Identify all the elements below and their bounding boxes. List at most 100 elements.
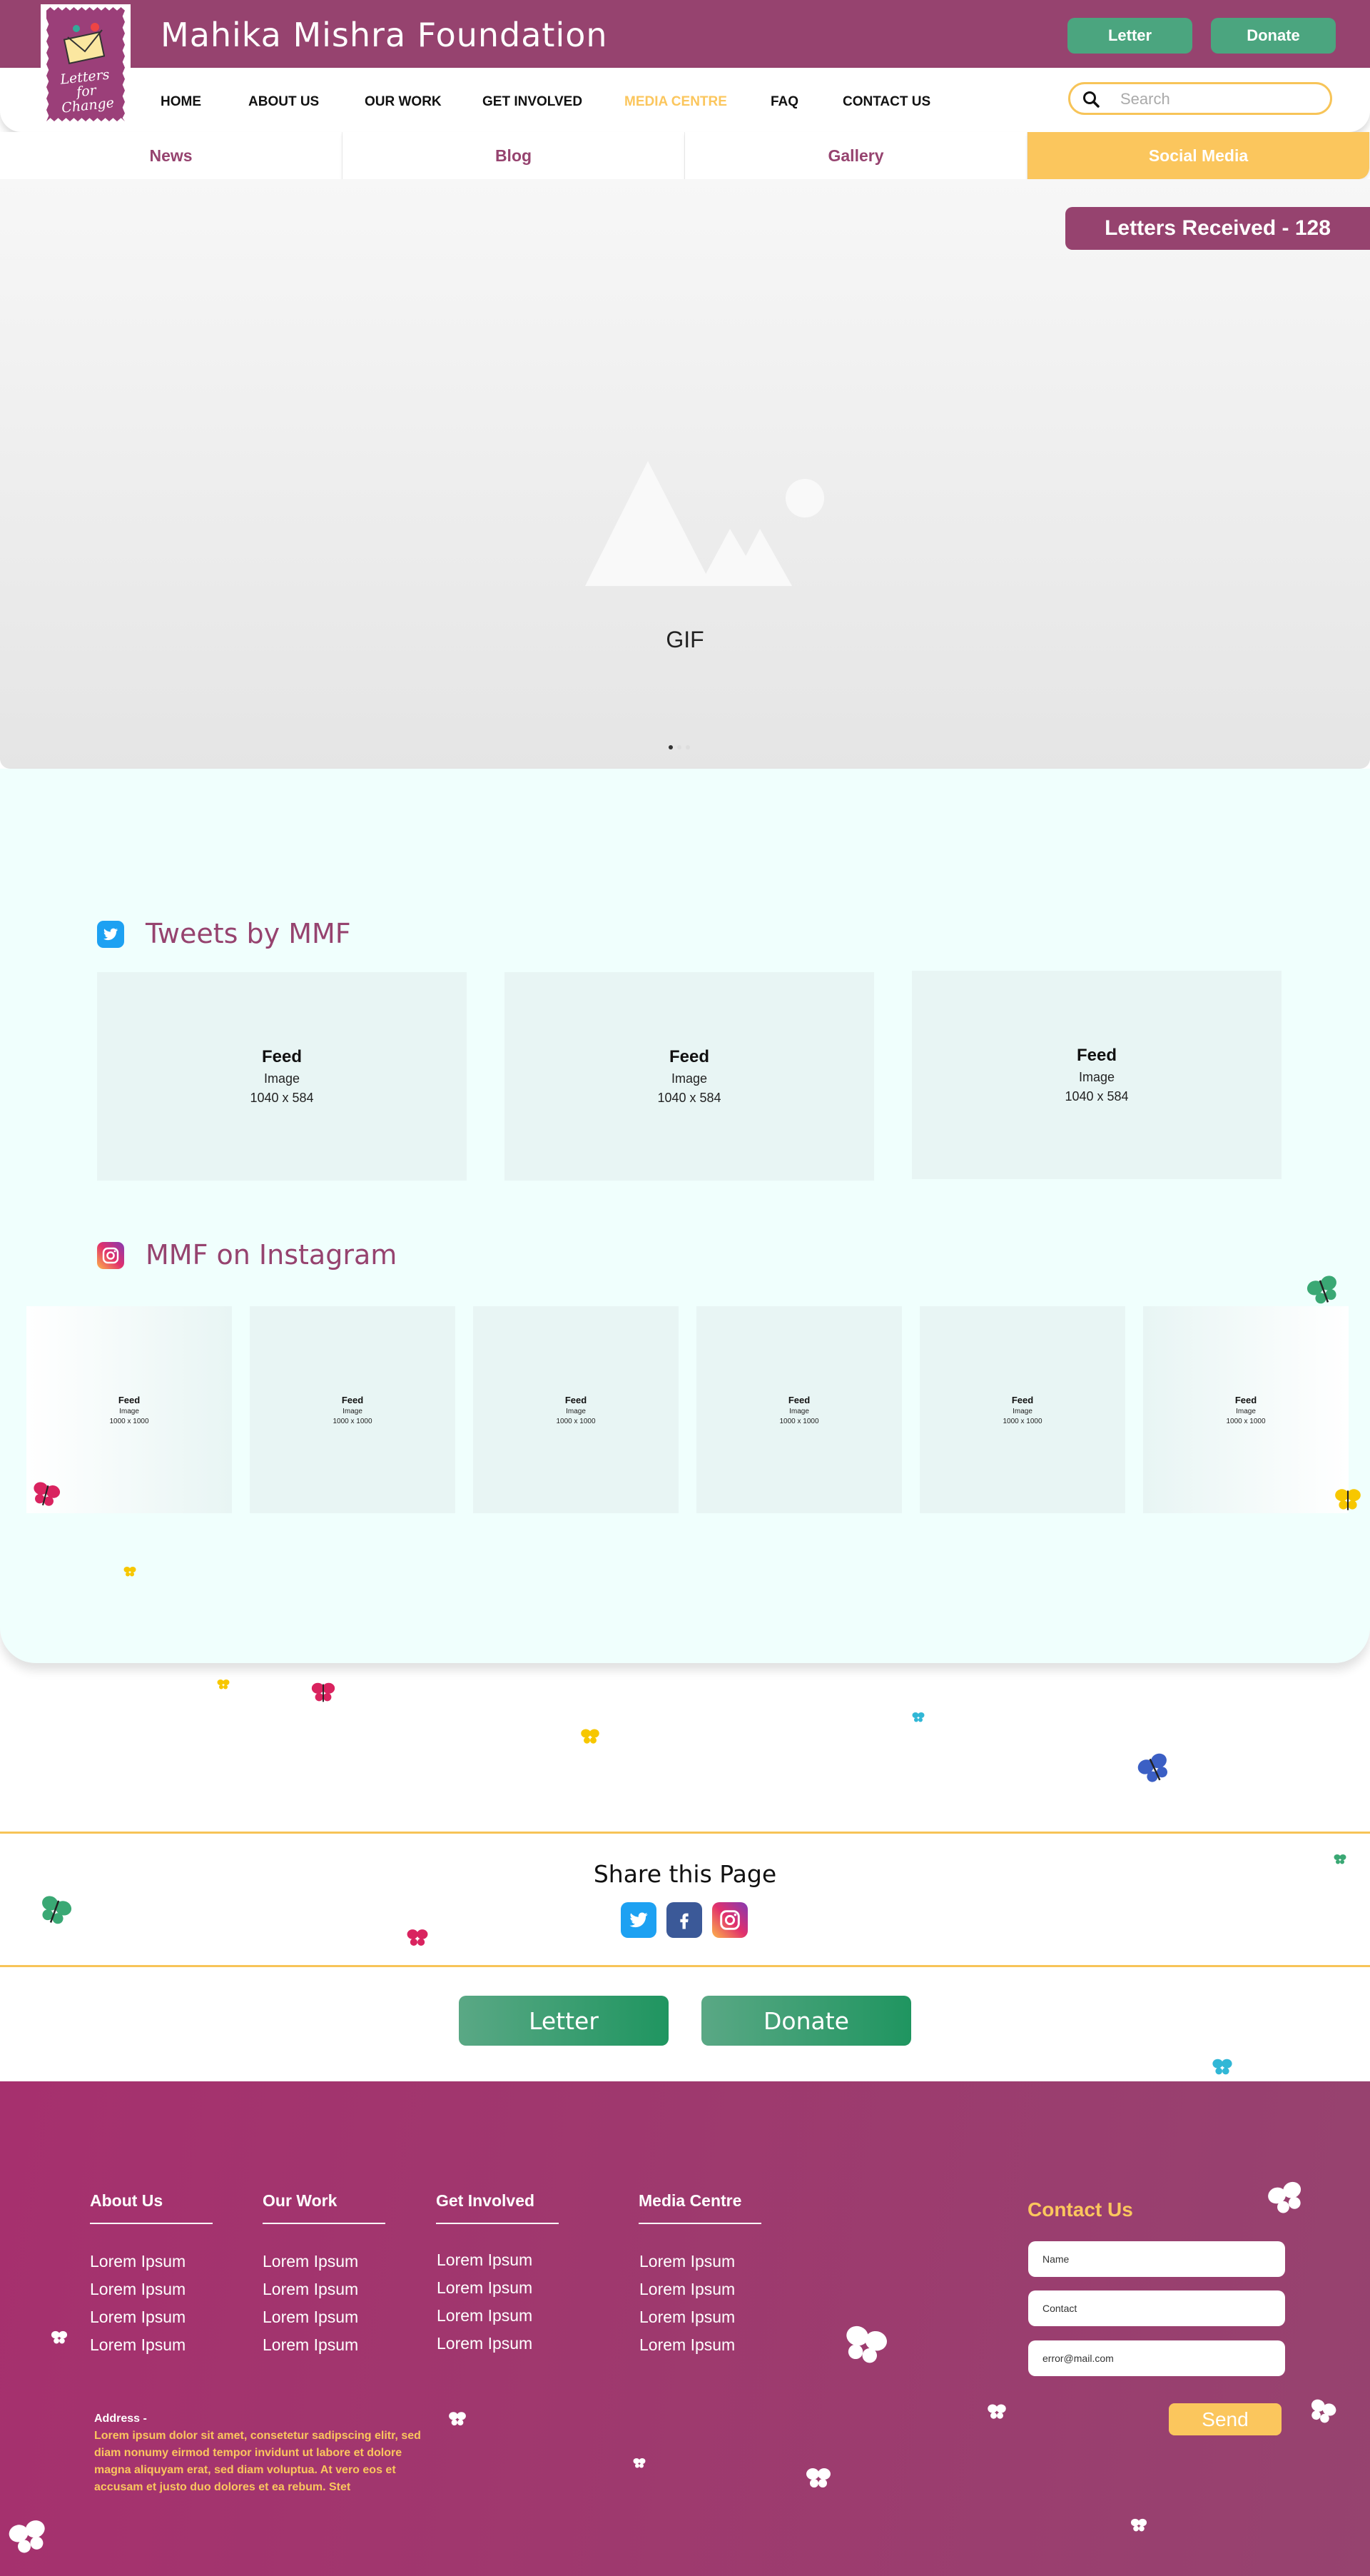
- nav-contact-us[interactable]: CONTACT US: [843, 94, 930, 110]
- carousel-dot-active[interactable]: [669, 745, 673, 749]
- letters-received-badge: Letters Received - 128: [1065, 207, 1370, 250]
- cta-letter-button[interactable]: Letter: [459, 1996, 669, 2046]
- share-facebook-icon[interactable]: [666, 1902, 702, 1938]
- butterfly-icon: [42, 1896, 72, 1924]
- nav-home[interactable]: HOME: [161, 94, 201, 110]
- divider: [0, 1965, 1370, 1967]
- instagram-feed-card[interactable]: Feed Image 1000 x 1000: [473, 1306, 679, 1513]
- social-section: [0, 769, 1370, 1663]
- feed-size: 1000 x 1000: [779, 1417, 819, 1425]
- footer-link[interactable]: Lorem Ipsum: [263, 2308, 358, 2327]
- tweet-feed-card[interactable]: Feed Image 1040 x 584: [504, 972, 874, 1181]
- donate-button[interactable]: Donate: [1211, 18, 1336, 54]
- feed-sub: Image: [671, 1071, 708, 1086]
- carousel-dot[interactable]: [677, 745, 681, 749]
- tweet-feed-card[interactable]: Feed Image 1040 x 584: [97, 972, 467, 1181]
- nav-get-involved[interactable]: GET INVOLVED: [482, 94, 582, 110]
- feed-title: Feed: [118, 1394, 141, 1405]
- instagram-feed-card[interactable]: Feed Image 1000 x 1000: [250, 1306, 455, 1513]
- hero-carousel: GIF: [0, 179, 1370, 769]
- tab-gallery[interactable]: Gallery: [685, 132, 1028, 179]
- footer-link[interactable]: Lorem Ipsum: [437, 2306, 532, 2325]
- contact-name-field[interactable]: [1028, 2241, 1285, 2277]
- footer-link[interactable]: Lorem Ipsum: [263, 2335, 358, 2355]
- butterfly-icon: [1306, 1276, 1336, 1304]
- butterfly-icon: [1137, 1753, 1167, 1782]
- feed-title: Feed: [1076, 1046, 1117, 1065]
- footer-link[interactable]: Lorem Ipsum: [639, 2335, 735, 2355]
- feed-sub: Image: [342, 1407, 362, 1415]
- contact-contact-field[interactable]: [1028, 2290, 1285, 2326]
- butterfly-icon: [1334, 1854, 1346, 1864]
- footer-link[interactable]: Lorem Ipsum: [90, 2252, 186, 2271]
- butterfly-icon: [633, 2458, 646, 2468]
- butterfly-icon: [988, 2404, 1006, 2419]
- send-button[interactable]: Send: [1169, 2403, 1282, 2435]
- divider: [0, 1832, 1370, 1834]
- instagram-feed-card[interactable]: Feed Image 1000 x 1000: [696, 1306, 902, 1513]
- tweet-feed-card[interactable]: Feed Image 1040 x 584: [912, 971, 1282, 1179]
- butterfly-icon: [407, 1929, 428, 1946]
- contact-email-field[interactable]: [1028, 2340, 1285, 2376]
- footer-link[interactable]: Lorem Ipsum: [437, 2278, 532, 2298]
- instagram-feed-card[interactable]: Feed Image 1000 x 1000: [920, 1306, 1125, 1513]
- butterfly-icon: [217, 1680, 230, 1689]
- tab-social-media[interactable]: Social Media: [1028, 132, 1370, 179]
- butterfly-icon: [912, 1712, 925, 1722]
- nav-faq[interactable]: FAQ: [771, 94, 798, 110]
- footer-divider: [90, 2223, 213, 2224]
- main-nav: HOME ABOUT US OUR WORK GET INVOLVED MEDI…: [0, 68, 1370, 132]
- feed-title: Feed: [341, 1394, 364, 1405]
- feed-sub: Image: [566, 1407, 586, 1415]
- footer-link[interactable]: Lorem Ipsum: [437, 2334, 532, 2353]
- logo[interactable]: Letters for Change: [41, 4, 131, 126]
- tab-news[interactable]: News: [0, 132, 342, 179]
- footer-link[interactable]: Lorem Ipsum: [437, 2251, 532, 2270]
- share-instagram-icon[interactable]: [712, 1902, 748, 1938]
- footer-link[interactable]: Lorem Ipsum: [639, 2252, 735, 2271]
- nav-media-centre[interactable]: MEDIA CENTRE: [624, 94, 727, 110]
- feed-size: 1000 x 1000: [556, 1417, 596, 1425]
- footer-link[interactable]: Lorem Ipsum: [639, 2308, 735, 2327]
- nav-about-us[interactable]: ABOUT US: [248, 94, 319, 110]
- footer-divider: [436, 2223, 559, 2224]
- feed-size: 1000 x 1000: [333, 1417, 372, 1425]
- envelope-icon: [63, 23, 106, 65]
- carousel-dot[interactable]: [686, 745, 690, 749]
- footer-link[interactable]: Lorem Ipsum: [90, 2308, 186, 2327]
- butterfly-icon: [1311, 2399, 1336, 2423]
- footer-link[interactable]: Lorem Ipsum: [263, 2280, 358, 2299]
- footer-link[interactable]: Lorem Ipsum: [639, 2280, 735, 2299]
- butterfly-icon: [806, 2468, 831, 2487]
- share-twitter-icon[interactable]: [621, 1902, 656, 1938]
- footer-link[interactable]: Lorem Ipsum: [263, 2252, 358, 2271]
- share-title: Share this Page: [593, 1860, 777, 1888]
- top-bar: Mahika Mishra Foundation Letter Donate: [0, 0, 1370, 68]
- feed-size: 1000 x 1000: [1003, 1417, 1042, 1425]
- tab-blog[interactable]: Blog: [342, 132, 685, 179]
- instagram-icon: [97, 1242, 124, 1269]
- feed-size: 1000 x 1000: [1226, 1417, 1266, 1425]
- contact-title: Contact Us: [1028, 2198, 1133, 2221]
- butterfly-icon: [449, 2412, 466, 2426]
- feed-sub: Image: [789, 1407, 809, 1415]
- feed-sub: Image: [1078, 1070, 1115, 1084]
- butterfly-icon: [1212, 2059, 1232, 2075]
- footer: [0, 2081, 1370, 2576]
- footer-link[interactable]: Lorem Ipsum: [90, 2335, 186, 2355]
- butterfly-icon: [846, 2325, 887, 2363]
- letter-button[interactable]: Letter: [1067, 18, 1192, 54]
- search-input[interactable]: [1120, 89, 1320, 110]
- tweets-title: Tweets by MMF: [146, 918, 351, 949]
- footer-link[interactable]: Lorem Ipsum: [90, 2280, 186, 2299]
- footer-col-title: Our Work: [263, 2191, 338, 2210]
- instagram-feed-card[interactable]: Feed Image 1000 x 1000: [1143, 1306, 1349, 1513]
- butterfly-icon: [34, 1482, 61, 1506]
- search-icon[interactable]: [1082, 90, 1100, 108]
- twitter-icon: [97, 921, 124, 948]
- nav-our-work[interactable]: OUR WORK: [365, 94, 442, 110]
- feed-title: Feed: [669, 1047, 709, 1066]
- feed-size: 1040 x 584: [1065, 1089, 1129, 1103]
- cta-donate-button[interactable]: Donate: [701, 1996, 911, 2046]
- address-text: Lorem ipsum dolor sit amet, consetetur s…: [94, 2430, 421, 2493]
